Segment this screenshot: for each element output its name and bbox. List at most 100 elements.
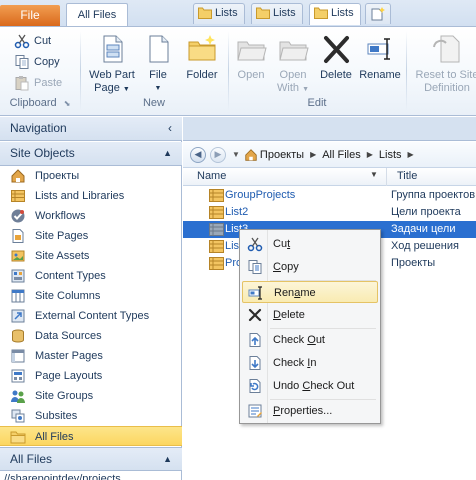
- table-row[interactable]: List2 Цели проекта: [183, 204, 476, 221]
- page-layouts-icon: [10, 368, 26, 384]
- sidebar-item-master-pages[interactable]: Master Pages: [0, 346, 182, 366]
- sidebar-item-label: Site Assets: [35, 250, 90, 262]
- menu-text: elete: [280, 309, 305, 321]
- subsites-icon: [10, 408, 26, 424]
- open-with-button[interactable]: Open With ▼: [272, 33, 314, 96]
- cut-button[interactable]: Cut: [14, 31, 51, 51]
- data-sources-icon: [10, 328, 26, 344]
- check-in-icon: [247, 355, 263, 371]
- row-name: List2: [225, 206, 249, 218]
- column-header-row: Name ▼ Title: [183, 168, 476, 186]
- sidebar-item-page-layouts[interactable]: Page Layouts: [0, 366, 182, 386]
- column-header-name[interactable]: Name: [197, 170, 226, 182]
- scissors-icon: [247, 236, 263, 252]
- dialog-launcher-icon[interactable]: ⬊: [64, 99, 71, 108]
- breadcrumb-separator-icon[interactable]: ▶: [310, 150, 316, 159]
- breadcrumb-item[interactable]: Lists: [379, 149, 402, 161]
- folder-icon: [256, 7, 270, 26]
- sidebar-item-label: Site Columns: [35, 290, 101, 302]
- open-with-label-2: With: [277, 82, 299, 94]
- undo-check-out-icon: [247, 378, 263, 394]
- sidebar-item-subsites[interactable]: Subsites: [0, 406, 182, 426]
- context-menu: Cut Copy Rename Delete Check Out Check I…: [239, 229, 381, 424]
- back-button[interactable]: ◀: [190, 146, 206, 163]
- open-button[interactable]: Open: [232, 33, 270, 82]
- reset-label-1: Reset to Site: [415, 69, 476, 81]
- forward-button[interactable]: ▶: [210, 146, 226, 163]
- sidebar-item-content-types[interactable]: Content Types: [0, 266, 182, 286]
- menu-item-properties[interactable]: Properties...: [242, 400, 378, 422]
- sidebar-item-data-sources[interactable]: Data Sources: [0, 326, 182, 346]
- breadcrumb-item[interactable]: Проекты: [260, 149, 304, 161]
- menu-item-check-in[interactable]: Check In: [242, 352, 378, 374]
- paste-icon: [14, 75, 30, 91]
- collapse-chevron-icon[interactable]: ‹: [168, 117, 172, 140]
- breadcrumb-separator-icon[interactable]: ▶: [408, 150, 414, 159]
- chevron-up-icon[interactable]: ▲: [163, 142, 172, 165]
- menu-item-check-out[interactable]: Check Out: [242, 329, 378, 351]
- breadcrumb-item[interactable]: All Files: [322, 149, 361, 161]
- table-row[interactable]: GroupProjects Группа проектов: [183, 187, 476, 204]
- menu-item-delete[interactable]: Delete: [242, 304, 378, 326]
- sidebar-item-site-columns[interactable]: Site Columns: [0, 286, 182, 306]
- menu-accel: C: [273, 261, 281, 273]
- menu-text: me: [300, 287, 316, 299]
- new-folder-button[interactable]: Folder: [180, 33, 224, 82]
- file-tab[interactable]: File: [0, 5, 60, 26]
- sidebar-item-label: Page Layouts: [35, 370, 103, 382]
- edit-group-label: Edit: [307, 97, 327, 109]
- doc-tab-lists-2[interactable]: Lists: [251, 3, 303, 24]
- group-divider: [80, 31, 81, 111]
- open-folder-icon: [235, 33, 267, 65]
- menu-item-rename[interactable]: Rename: [242, 281, 378, 303]
- menu-item-cut[interactable]: Cut: [242, 233, 378, 255]
- chevron-up-icon[interactable]: ▲: [163, 448, 172, 471]
- new-file-icon: [142, 33, 174, 65]
- sidebar-item-site-assets[interactable]: Site Assets: [0, 246, 182, 266]
- site-assets-icon: [10, 248, 26, 264]
- sidebar-item-lists-and-libraries[interactable]: Lists and Libraries: [0, 186, 182, 206]
- reset-to-site-definition-button[interactable]: Reset to Site Definition: [410, 33, 476, 95]
- sidebar-item-site-pages[interactable]: Site Pages: [0, 226, 182, 246]
- menu-text: heck Out: [310, 380, 355, 392]
- new-tab-button[interactable]: [365, 3, 391, 24]
- column-header-title[interactable]: Title: [397, 170, 417, 182]
- all-files-section-header[interactable]: All Files ▲: [0, 447, 182, 471]
- copy-button[interactable]: Copy: [14, 52, 60, 72]
- delete-x-icon: [320, 33, 352, 65]
- new-tab-icon: [370, 7, 386, 28]
- copy-icon: [247, 259, 263, 275]
- web-part-page-label-2: Page: [94, 82, 120, 94]
- doc-tab-label: Lists: [215, 7, 238, 19]
- sidebar-item-projects[interactable]: Проекты: [0, 166, 182, 186]
- site-objects-header[interactable]: Site Objects ▲: [0, 142, 182, 166]
- dropdown-arrow-icon: ▼: [302, 86, 309, 93]
- paste-button[interactable]: Paste: [14, 73, 62, 93]
- copy-icon: [14, 54, 30, 70]
- doc-tab-lists-1[interactable]: Lists: [193, 3, 245, 24]
- doc-tab-lists-3[interactable]: Lists: [309, 3, 361, 25]
- doc-tab-label: Lists: [331, 7, 354, 19]
- breadcrumb-separator-icon[interactable]: ▶: [367, 150, 373, 159]
- menu-text: Undo: [273, 380, 303, 392]
- web-part-page-button[interactable]: Web Part Page ▼: [84, 33, 140, 96]
- menu-item-undo-check-out[interactable]: Undo Check Out: [242, 375, 378, 397]
- clipboard-group-label: Clipboard ⬊: [9, 97, 71, 109]
- history-dropdown-icon[interactable]: ▼: [232, 150, 240, 159]
- sidebar-item-all-files[interactable]: All Files: [0, 426, 182, 446]
- new-folder-icon: [186, 33, 218, 65]
- list-icon: [209, 257, 224, 276]
- filter-dropdown-icon[interactable]: ▼: [370, 170, 378, 179]
- all-files-tree-path[interactable]: //sharepointdev/projects: [4, 472, 180, 480]
- sidebar-item-site-groups[interactable]: Site Groups: [0, 386, 182, 406]
- rename-button[interactable]: Rename: [358, 33, 402, 82]
- new-file-button[interactable]: File ▼: [142, 33, 174, 95]
- lists-icon: [10, 188, 26, 204]
- row-title: Группа проектов: [391, 189, 476, 201]
- sidebar-item-external-content-types[interactable]: External Content Types: [0, 306, 182, 326]
- menu-item-copy[interactable]: Copy: [242, 256, 378, 278]
- paste-label: Paste: [34, 77, 63, 89]
- sidebar-item-workflows[interactable]: Workflows: [0, 206, 182, 226]
- delete-button[interactable]: Delete: [316, 33, 356, 82]
- tab-all-files[interactable]: All Files: [66, 3, 128, 27]
